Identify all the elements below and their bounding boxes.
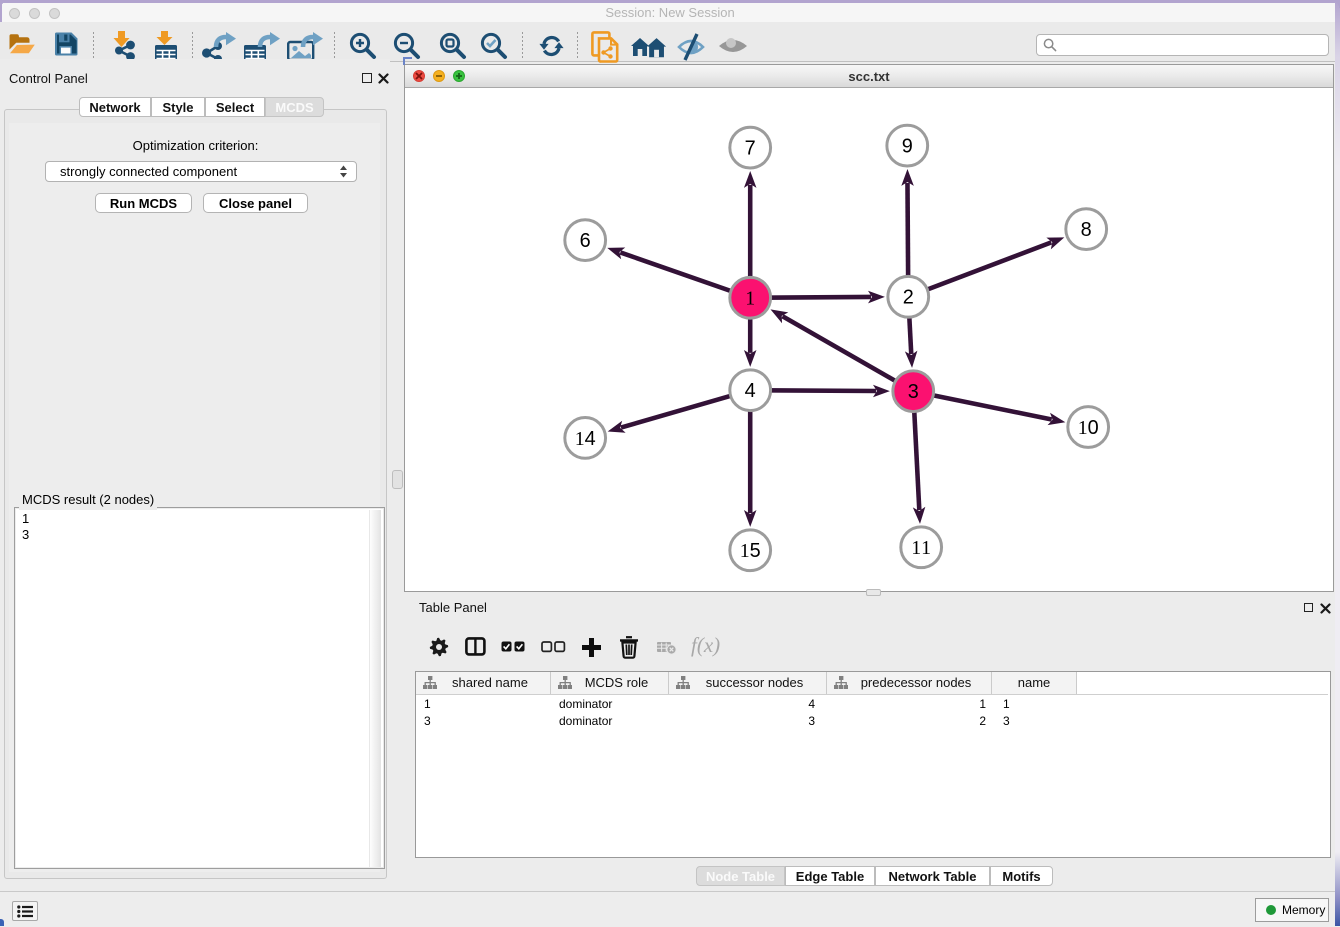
svg-text:11: 11 [911,537,931,559]
svg-text:7: 7 [745,138,756,160]
svg-text:8: 8 [1081,219,1092,241]
svg-text:2: 2 [903,287,914,309]
svg-text:4: 4 [745,380,756,402]
svg-text:9: 9 [902,136,913,158]
svg-text:6: 6 [580,230,591,252]
svg-text:1: 1 [745,288,755,310]
svg-text:14: 14 [575,428,596,450]
svg-text:10: 10 [1078,417,1099,439]
svg-text:15: 15 [740,540,761,562]
svg-text:3: 3 [908,381,919,403]
